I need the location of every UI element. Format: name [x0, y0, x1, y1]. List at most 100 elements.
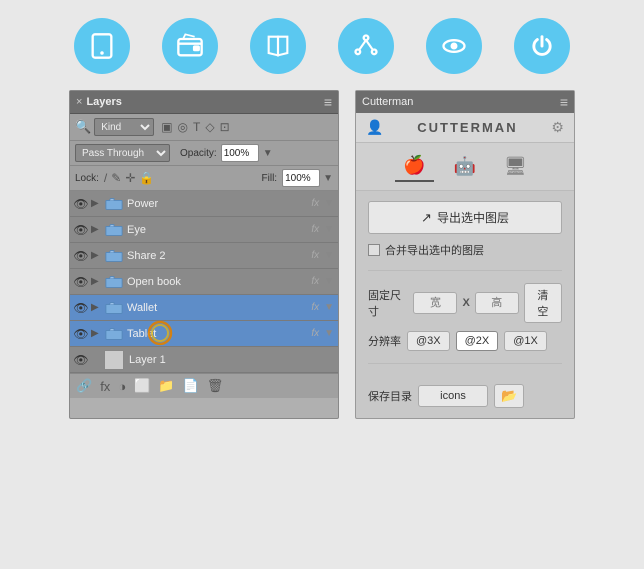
layer-fx-badge: fx: [311, 224, 319, 235]
layer-row[interactable]: 👁 ▶ Layer 1: [70, 347, 338, 373]
layers-close-btn[interactable]: ×: [76, 96, 82, 108]
layer-visibility-icon[interactable]: 👁: [74, 197, 88, 211]
layer-visibility-icon[interactable]: 👁: [74, 275, 88, 289]
blend-mode-select[interactable]: Pass Through Normal Multiply: [75, 144, 170, 162]
res-2x-button[interactable]: @2X: [456, 331, 499, 351]
new-adjustment-icon[interactable]: ◑: [118, 379, 126, 394]
opacity-label: Opacity:: [180, 148, 217, 159]
layer-name: Eye: [127, 224, 308, 236]
layers-search-icon: 🔍: [75, 119, 91, 135]
opacity-input[interactable]: [221, 144, 259, 162]
layer-folder-icon: [104, 196, 124, 212]
layer-row[interactable]: 👁 ▶ Tablet: [70, 321, 338, 347]
filter-type-icon[interactable]: T: [193, 120, 200, 134]
layers-kind-select[interactable]: Kind: [94, 118, 154, 136]
filter-shape-icon[interactable]: ◇: [205, 120, 214, 134]
tab-android[interactable]: 🤖: [446, 151, 484, 182]
apple-icon: 🍎: [403, 155, 425, 176]
lock-move-icon[interactable]: ✛: [125, 171, 135, 185]
layers-list: 👁 ▶ Power fx ▼ 👁 ▶: [70, 191, 338, 373]
layer-row[interactable]: 👁 ▶ Power fx ▼: [70, 191, 338, 217]
lock-image-icon[interactable]: ✎: [111, 171, 121, 185]
layer-fx-badge: fx: [311, 250, 319, 261]
layers-title: Layers: [86, 96, 121, 108]
layer-name: Layer 1: [129, 354, 334, 366]
power-icon: [528, 32, 556, 60]
layer-expand-icon[interactable]: ▶: [91, 250, 101, 261]
lock-transparent-icon[interactable]: /: [104, 171, 107, 185]
tablet-icon-btn[interactable]: [74, 18, 130, 74]
layer-row[interactable]: 👁 ▶ Wallet fx ▼: [70, 295, 338, 321]
layers-titlebar: × Layers ≡: [70, 91, 338, 114]
wallet-icon-btn[interactable]: [162, 18, 218, 74]
share-icon-btn[interactable]: [338, 18, 394, 74]
layer-expand-icon[interactable]: ▶: [91, 276, 101, 287]
layer-row[interactable]: 👁 ▶ Open book fx ▼: [70, 269, 338, 295]
layer-name: Share 2: [127, 250, 308, 262]
save-dir-input[interactable]: [418, 385, 488, 407]
layer-row[interactable]: 👁 ▶ Eye fx ▼: [70, 217, 338, 243]
power-icon-btn[interactable]: [514, 18, 570, 74]
book-icon-btn[interactable]: [250, 18, 306, 74]
layer-visibility-icon[interactable]: 👁: [74, 223, 88, 237]
layers-menu-icon[interactable]: ≡: [324, 94, 332, 110]
layers-search-row: 🔍 Kind ▣ ◎ T ◇ ⊡: [70, 114, 338, 141]
mask-icon[interactable]: ⬜: [134, 378, 150, 394]
export-arrow-icon: ↗: [421, 210, 432, 226]
cutterman-panel: Cutterman ≡ 👤 CUTTERMAN ⚙ 🍎 🤖 🖥 ↗: [355, 90, 575, 419]
layer-more-icon[interactable]: ▼: [324, 250, 334, 261]
layers-panel: × Layers ≡ 🔍 Kind ▣ ◎ T ◇ ⊡ Pass Through: [69, 90, 339, 419]
folder-browse-icon: 📂: [501, 388, 517, 403]
save-dir-row: 保存目录 📂: [368, 384, 562, 408]
platform-tabs: 🍎 🤖 🖥: [356, 143, 574, 191]
opacity-arrow-icon[interactable]: ▼: [263, 148, 273, 159]
height-input[interactable]: [475, 292, 519, 314]
fill-arrow-icon[interactable]: ▼: [323, 173, 333, 184]
delete-layer-icon[interactable]: 🗑: [207, 378, 224, 394]
filter-smartobj-icon[interactable]: ⊡: [220, 120, 230, 134]
layer-more-icon[interactable]: ▼: [324, 302, 334, 313]
export-button[interactable]: ↗ 导出选中图层: [368, 201, 562, 234]
width-input[interactable]: [413, 292, 457, 314]
layer-expand-icon[interactable]: ▶: [91, 302, 101, 313]
filter-pixel-icon[interactable]: ▣: [161, 120, 172, 134]
panels-row: × Layers ≡ 🔍 Kind ▣ ◎ T ◇ ⊡ Pass Through: [0, 90, 644, 419]
merge-checkbox[interactable]: [368, 244, 380, 256]
save-dir-folder-button[interactable]: 📂: [494, 384, 524, 408]
cutterman-titlebar: Cutterman ≡: [356, 91, 574, 113]
link-layers-icon[interactable]: 🔗: [76, 378, 92, 394]
fill-input[interactable]: [282, 169, 320, 187]
eye-icon-btn[interactable]: [426, 18, 482, 74]
lock-icons-group: / ✎ ✛ 🔒: [104, 171, 154, 185]
layer-visibility-icon[interactable]: 👁: [74, 249, 88, 263]
layer-more-icon[interactable]: ▼: [324, 224, 334, 235]
filter-adjust-icon[interactable]: ◎: [178, 120, 188, 134]
layer-visibility-icon[interactable]: 👁: [74, 353, 88, 367]
layer-more-icon[interactable]: ▼: [324, 198, 334, 209]
tab-apple[interactable]: 🍎: [395, 151, 433, 182]
layer-expand-icon[interactable]: ▶: [91, 198, 101, 209]
cutterman-menu-icon[interactable]: ≡: [560, 94, 568, 110]
layer-visibility-icon[interactable]: 👁: [74, 301, 88, 315]
fx-icon[interactable]: fx: [100, 379, 110, 394]
clear-size-button[interactable]: 清空: [524, 283, 562, 323]
share-icon: [352, 32, 380, 60]
layer-expand-icon[interactable]: ▶: [91, 328, 101, 339]
layer-more-icon[interactable]: ▼: [324, 328, 334, 339]
layer-row[interactable]: 👁 ▶ Share 2 fx ▼: [70, 243, 338, 269]
cutterman-user-icon[interactable]: 👤: [366, 119, 383, 136]
fill-label: Fill:: [262, 173, 278, 184]
lock-all-icon[interactable]: 🔒: [139, 171, 154, 185]
new-group-icon[interactable]: 📁: [158, 378, 174, 394]
res-3x-button[interactable]: @3X: [407, 331, 450, 351]
layer-more-icon[interactable]: ▼: [324, 276, 334, 287]
cutterman-settings-icon[interactable]: ⚙: [551, 119, 564, 136]
new-layer-icon[interactable]: 📄: [183, 378, 199, 394]
top-icons-row: [0, 0, 644, 90]
tab-desktop[interactable]: 🖥: [496, 151, 535, 182]
res-1x-button[interactable]: @1X: [504, 331, 547, 351]
cutterman-brand-name: CUTTERMAN: [417, 120, 517, 135]
layer-fx-badge: fx: [311, 302, 319, 313]
layer-expand-icon[interactable]: ▶: [91, 224, 101, 235]
layer-visibility-icon[interactable]: 👁: [74, 327, 88, 341]
